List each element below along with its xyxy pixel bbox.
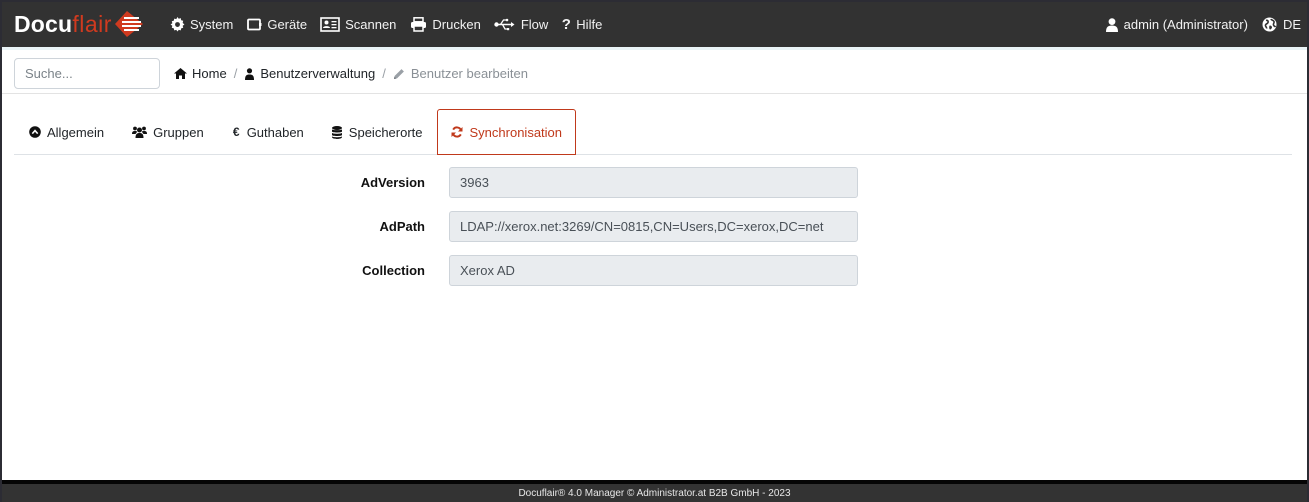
breadcrumb-separator: / (382, 66, 386, 81)
tab-synchronisation[interactable]: Synchronisation (436, 109, 577, 155)
tab-label: Synchronisation (469, 124, 563, 140)
nav-item-label: Flow (520, 17, 549, 32)
collection-label: Collection (362, 263, 425, 278)
tab-label: Speicherorte (348, 124, 423, 140)
gear-icon (169, 17, 185, 33)
language-label: DE (1282, 17, 1301, 32)
tab-speicherorte[interactable]: Speicherorte (318, 109, 437, 155)
nav-item-flow[interactable]: Flow (494, 17, 548, 33)
search-breadcrumb-bar: Home / Benutzerverwaltung / Benutzer bea… (2, 47, 1307, 94)
adpath-label: AdPath (379, 219, 426, 234)
user-edit-tabs: Allgemein Gruppen € Guthaben Speicherort… (14, 108, 1292, 155)
nav-item-system[interactable]: System (169, 17, 233, 33)
footer-copyright: Docuflair® 4.0 Manager © Administrator.a… (518, 488, 791, 499)
user-icon (1106, 17, 1119, 33)
main-menu: System Geräte Scannen Drucken Flow ? Hil… (169, 2, 615, 47)
tab-label: Allgemein (47, 124, 105, 140)
adversion-label: AdVersion (360, 175, 425, 190)
nav-item-label: System (190, 17, 234, 32)
nav-item-drucken[interactable]: Drucken (409, 17, 481, 33)
logo-text-flair: flair (72, 10, 112, 37)
adpath-field[interactable] (449, 211, 858, 242)
pencil-icon (393, 67, 406, 80)
nav-item-label: Hilfe (576, 17, 603, 32)
breadcrumb-label: Benutzerverwaltung (260, 66, 376, 81)
nav-item-geraete[interactable]: Geräte (246, 17, 307, 33)
search-input[interactable] (14, 58, 160, 89)
top-navbar: Docu flair System Geräte Scannen Drucken… (2, 2, 1307, 47)
breadcrumb-home[interactable]: Home (174, 66, 227, 81)
usb-icon (494, 17, 516, 33)
tab-label: Gruppen (153, 124, 204, 140)
adversion-field[interactable] (449, 167, 858, 198)
question-icon: ? (561, 16, 571, 33)
footer: Docuflair® 4.0 Manager © Administrator.a… (2, 484, 1307, 502)
tab-allgemein[interactable]: Allgemein (14, 109, 118, 155)
navbar-right: admin (Administrator) DE (1092, 2, 1301, 47)
users-icon (132, 126, 148, 139)
breadcrumb: Home / Benutzerverwaltung / Benutzer bea… (174, 58, 528, 89)
nav-item-label: Scannen (345, 17, 397, 32)
printer-icon (409, 17, 427, 33)
euro-icon: € (232, 125, 240, 139)
form-row-adpath: AdPath (2, 211, 1307, 243)
logo-text-docu: Docu (14, 10, 73, 37)
id-card-icon (320, 17, 340, 33)
language-menu[interactable]: DE (1262, 17, 1301, 33)
docuflair-logo[interactable]: Docu flair (14, 8, 144, 40)
globe-icon (1262, 17, 1278, 33)
nav-item-label: Geräte (267, 17, 308, 32)
breadcrumb-label: Home (192, 66, 227, 81)
user-menu[interactable]: admin (Administrator) (1106, 17, 1248, 33)
user-menu-label: admin (Administrator) (1123, 17, 1248, 32)
nav-item-label: Drucken (432, 17, 481, 32)
nav-item-hilfe[interactable]: ? Hilfe (561, 16, 603, 33)
logo-diamond-icon (114, 11, 143, 37)
user-icon (244, 67, 255, 80)
form-row-adversion: AdVersion (2, 167, 1307, 199)
form-row-collection: Collection (2, 255, 1307, 287)
breadcrumb-separator: / (233, 66, 238, 81)
collection-field[interactable] (449, 255, 858, 286)
device-icon (246, 17, 262, 33)
app-window: Docu flair System Geräte Scannen Drucken… (2, 2, 1307, 502)
tab-gruppen[interactable]: Gruppen (118, 109, 218, 155)
breadcrumb-label: Benutzer bearbeiten (410, 66, 528, 81)
breadcrumb-benutzer-bearbeiten: Benutzer bearbeiten (393, 66, 528, 81)
tab-guthaben[interactable]: € Guthaben (218, 109, 318, 155)
home-icon (174, 67, 187, 80)
tab-label: Guthaben (246, 124, 304, 140)
nav-item-scannen[interactable]: Scannen (320, 17, 396, 33)
chevron-circle-up-icon (28, 126, 41, 139)
database-icon (332, 125, 343, 139)
refresh-icon (451, 126, 464, 139)
breadcrumb-benutzerverwaltung[interactable]: Benutzerverwaltung (244, 66, 375, 81)
